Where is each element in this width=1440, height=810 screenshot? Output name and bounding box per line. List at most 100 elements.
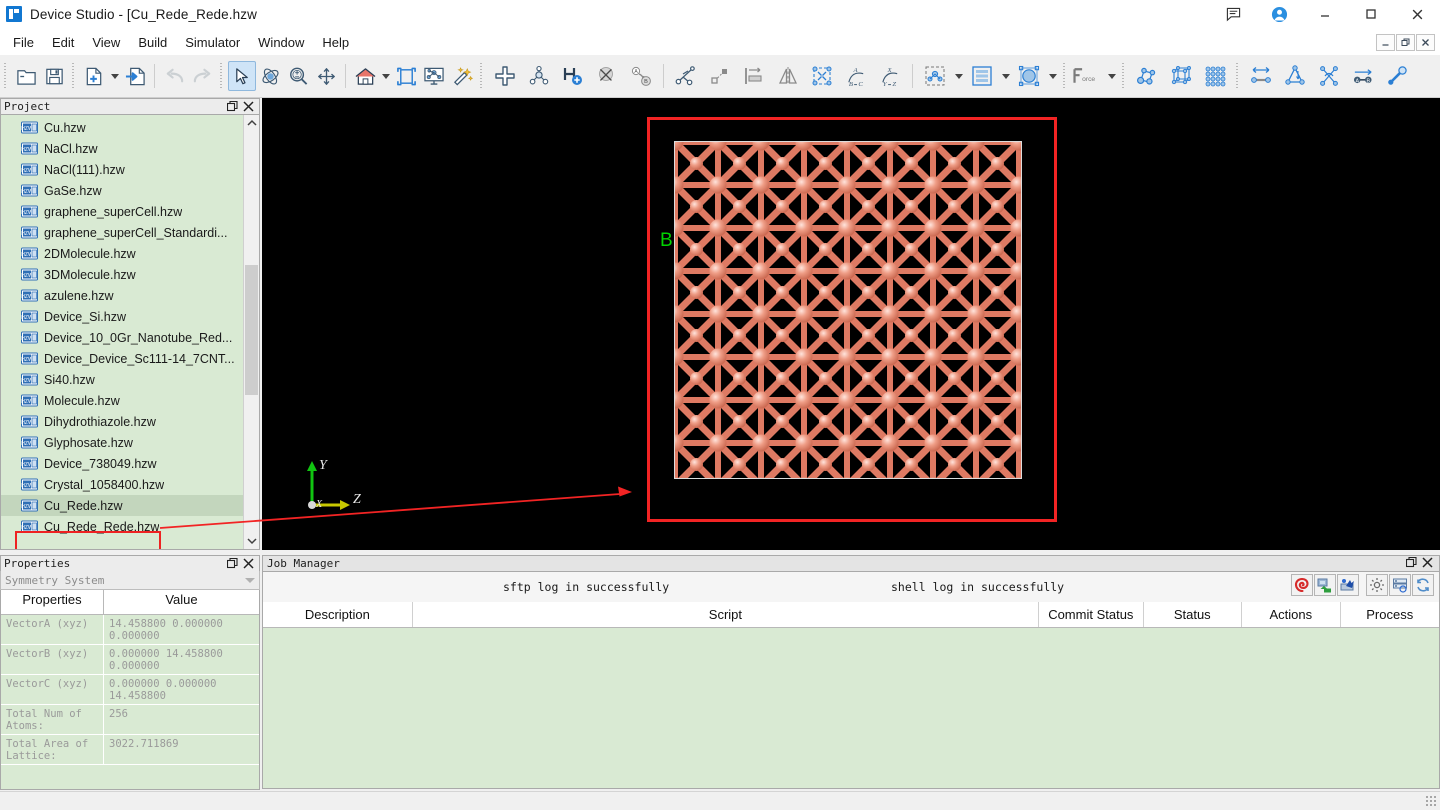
toolbar-grip[interactable] <box>1120 63 1128 89</box>
project-tree-item[interactable]: HZW azulene.hzw <box>1 285 243 306</box>
unit-cell-icon[interactable] <box>1164 61 1198 91</box>
new-document-icon[interactable] <box>80 61 108 91</box>
close-button[interactable] <box>1394 0 1440 29</box>
menu-window[interactable]: Window <box>249 32 313 53</box>
add-atom-icon[interactable] <box>488 61 522 91</box>
new-document-caret-icon[interactable] <box>108 61 121 91</box>
move-atom-icon[interactable] <box>703 61 737 91</box>
project-tree-item[interactable]: HZW NaCl(111).hzw <box>1 159 243 180</box>
scrollbar-thumb[interactable] <box>245 265 258 395</box>
display-style-icon[interactable] <box>420 61 448 91</box>
project-tree[interactable]: HZW Cu.hzw HZW NaCl.hzw HZW NaCl(111).hz… <box>0 114 260 550</box>
upload-job-icon[interactable] <box>1314 574 1336 596</box>
mdi-close-button[interactable] <box>1416 34 1435 51</box>
menu-file[interactable]: File <box>4 32 43 53</box>
home-view-icon[interactable] <box>351 61 379 91</box>
project-tree-item[interactable]: HZW Dihydrothiazole.hzw <box>1 411 243 432</box>
rotate-view-icon[interactable] <box>256 61 284 91</box>
measure-torsion-icon[interactable] <box>1312 61 1346 91</box>
column-script[interactable]: Script <box>413 602 1039 627</box>
project-tree-item[interactable]: HZW 2DMolecule.hzw <box>1 243 243 264</box>
menu-view[interactable]: View <box>83 32 129 53</box>
project-tree-scrollbar[interactable] <box>243 115 259 549</box>
column-actions[interactable]: Actions <box>1242 602 1341 627</box>
project-tree-item[interactable]: HZW Glyphosate.hzw <box>1 432 243 453</box>
mdi-restore-button[interactable] <box>1396 34 1415 51</box>
redo-icon[interactable] <box>188 61 216 91</box>
layer-display-caret-icon[interactable] <box>999 61 1012 91</box>
submit-job-icon[interactable] <box>1337 574 1359 596</box>
save-file-icon[interactable] <box>40 61 68 91</box>
float-panel-icon[interactable] <box>1406 557 1417 571</box>
float-panel-icon[interactable] <box>226 558 238 570</box>
toolbar-grip[interactable] <box>218 63 226 89</box>
bond-length-icon[interactable] <box>1380 61 1414 91</box>
column-status[interactable]: Status <box>1144 602 1243 627</box>
cluster-icon[interactable] <box>1130 61 1164 91</box>
pan-view-icon[interactable] <box>312 61 340 91</box>
project-tree-item[interactable]: HZW Device_Device_Sc111-14_7CNT... <box>1 348 243 369</box>
maximize-button[interactable] <box>1348 0 1394 29</box>
sphere-display-icon[interactable] <box>1012 61 1046 91</box>
menu-edit[interactable]: Edit <box>43 32 83 53</box>
toolbar-grip[interactable] <box>70 63 78 89</box>
project-tree-item[interactable]: HZW GaSe.hzw <box>1 180 243 201</box>
project-tree-item[interactable]: HZW Cu_Rede.hzw <box>1 495 243 516</box>
measure-angle-icon[interactable] <box>1278 61 1312 91</box>
project-tree-item[interactable]: HZW 3DMolecule.hzw <box>1 264 243 285</box>
comment-icon[interactable] <box>1210 0 1256 29</box>
project-tree-item[interactable]: HZW NaCl.hzw <box>1 138 243 159</box>
project-tree-item[interactable]: HZW Device_Si.hzw <box>1 306 243 327</box>
project-tree-item[interactable]: HZW graphene_superCell.hzw <box>1 201 243 222</box>
bond-tool-icon[interactable] <box>669 61 703 91</box>
home-view-caret-icon[interactable] <box>379 61 392 91</box>
undo-icon[interactable] <box>160 61 188 91</box>
angle-abc-icon[interactable]: ABC <box>839 61 873 91</box>
mirror-icon[interactable] <box>771 61 805 91</box>
project-tree-item[interactable]: HZW Crystal_1058400.hzw <box>1 474 243 495</box>
mdi-minimize-button[interactable] <box>1376 34 1395 51</box>
layer-display-icon[interactable] <box>965 61 999 91</box>
column-description[interactable]: Description <box>263 602 413 627</box>
close-panel-icon[interactable] <box>1422 557 1433 571</box>
sphere-display-caret-icon[interactable] <box>1046 61 1059 91</box>
remote-host-icon[interactable] <box>1291 574 1313 596</box>
scroll-down-icon[interactable] <box>244 533 259 549</box>
change-element-icon[interactable]: AB <box>624 61 658 91</box>
project-tree-item[interactable]: HZW graphene_superCell_Standardi... <box>1 222 243 243</box>
export-document-icon[interactable] <box>121 61 149 91</box>
scroll-up-icon[interactable] <box>244 115 259 131</box>
resize-grip-icon[interactable] <box>1426 796 1438 808</box>
minimize-button[interactable] <box>1302 0 1348 29</box>
axis-xyz-icon[interactable]: XYZ <box>873 61 907 91</box>
open-file-icon[interactable] <box>12 61 40 91</box>
measure-distance-icon[interactable] <box>1244 61 1278 91</box>
project-tree-item[interactable]: HZW Molecule.hzw <box>1 390 243 411</box>
select-pointer-icon[interactable] <box>228 61 256 91</box>
crystal-lattice-icon[interactable] <box>1198 61 1232 91</box>
float-panel-icon[interactable] <box>226 101 238 113</box>
add-molecule-icon[interactable] <box>522 61 556 91</box>
settings-gear-icon[interactable] <box>1366 574 1388 596</box>
atom-display-icon[interactable] <box>918 61 952 91</box>
column-commit-status[interactable]: Commit Status <box>1039 602 1143 627</box>
atom-display-caret-icon[interactable] <box>952 61 965 91</box>
magic-wand-icon[interactable] <box>448 61 476 91</box>
supercell-icon[interactable] <box>805 61 839 91</box>
server-list-icon[interactable] <box>1389 574 1411 596</box>
toolbar-grip[interactable] <box>2 63 10 89</box>
symmetry-system-select[interactable]: Symmetry System <box>0 571 260 590</box>
fit-to-window-icon[interactable] <box>392 61 420 91</box>
account-icon[interactable] <box>1256 0 1302 29</box>
menu-build[interactable]: Build <box>129 32 176 53</box>
structure-viewport[interactable]: B C A Y Z X <box>262 98 1440 550</box>
vector-ab-icon[interactable]: AB <box>1346 61 1380 91</box>
menu-help[interactable]: Help <box>313 32 358 53</box>
force-caret-icon[interactable] <box>1105 61 1118 91</box>
project-tree-item[interactable]: HZW Device_10_0Gr_Nanotube_Red... <box>1 327 243 348</box>
delete-atom-icon[interactable] <box>590 61 624 91</box>
close-panel-icon[interactable] <box>242 558 254 570</box>
close-panel-icon[interactable] <box>242 101 254 113</box>
align-icon[interactable] <box>737 61 771 91</box>
zoom-view-icon[interactable] <box>284 61 312 91</box>
